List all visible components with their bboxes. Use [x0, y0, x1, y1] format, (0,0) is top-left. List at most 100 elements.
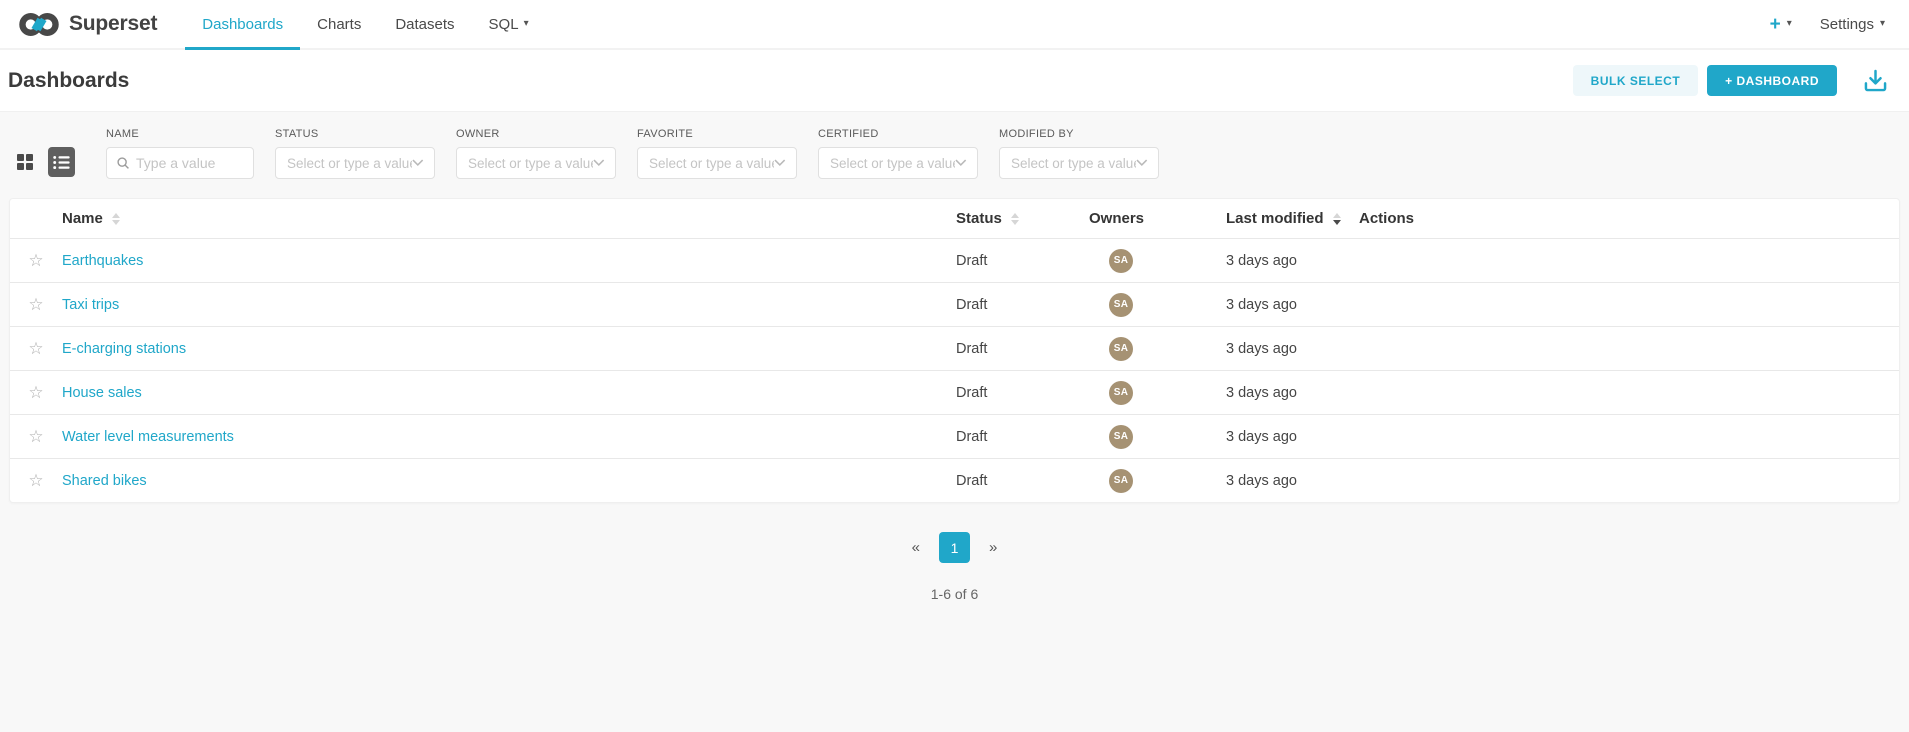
filter-status-label: STATUS	[275, 128, 435, 140]
plus-icon: +	[1770, 15, 1781, 34]
status-text: Draft	[956, 385, 987, 401]
owner-select-placeholder: Select or type a value	[468, 156, 593, 171]
column-header-status-label: Status	[956, 210, 1002, 227]
dashboard-link[interactable]: Water level measurements	[62, 429, 234, 445]
table-row: ☆ Earthquakes Draft SA 3 days ago	[10, 238, 1899, 282]
last-modified-text: 3 days ago	[1226, 473, 1297, 489]
modified-by-select[interactable]: Select or type a value	[999, 147, 1159, 179]
superset-infinity-icon	[18, 11, 60, 38]
nav-charts[interactable]: Charts	[300, 0, 378, 48]
favorite-star-icon[interactable]: ☆	[28, 252, 43, 269]
favorite-select[interactable]: Select or type a value	[637, 147, 797, 179]
main-nav: Dashboards Charts Datasets SQL ▾	[185, 0, 545, 48]
modified-by-select-placeholder: Select or type a value	[1011, 156, 1136, 171]
status-select[interactable]: Select or type a value	[275, 147, 435, 179]
caret-down-icon: ▾	[1787, 19, 1792, 29]
column-header-name-label: Name	[62, 210, 103, 227]
favorite-star-icon[interactable]: ☆	[28, 340, 43, 357]
chevron-down-icon	[412, 159, 424, 167]
filters: NAME STATUS Select or type a value	[106, 128, 1159, 179]
owner-select[interactable]: Select or type a value	[456, 147, 616, 179]
card-view-toggle[interactable]	[15, 152, 35, 172]
pagination-next-button[interactable]: »	[983, 535, 1003, 560]
add-dashboard-button[interactable]: + DASHBOARD	[1707, 65, 1837, 96]
filter-certified-label: CERTIFIED	[818, 128, 978, 140]
nav-datasets[interactable]: Datasets	[378, 0, 471, 48]
filter-owner: OWNER Select or type a value	[456, 128, 616, 179]
pagination: « 1 »	[0, 532, 1909, 563]
chevron-down-icon	[593, 159, 605, 167]
nav-charts-label: Charts	[317, 16, 361, 33]
filter-owner-label: OWNER	[456, 128, 616, 140]
pagination-prev-button[interactable]: «	[906, 535, 926, 560]
bulk-select-button[interactable]: BULK SELECT	[1573, 65, 1699, 96]
owner-avatar[interactable]: SA	[1109, 469, 1133, 493]
content: NAME STATUS Select or type a value	[0, 112, 1909, 602]
filter-favorite: FAVORITE Select or type a value	[637, 128, 797, 179]
new-menu-button[interactable]: + ▾	[1770, 15, 1792, 34]
import-dashboard-icon[interactable]	[1862, 67, 1889, 94]
column-header-name[interactable]: Name	[62, 210, 956, 227]
nav-dashboards[interactable]: Dashboards	[185, 0, 300, 48]
brand-name: Superset	[69, 12, 157, 36]
status-text: Draft	[956, 473, 987, 489]
header-actions: BULK SELECT + DASHBOARD	[1573, 65, 1889, 96]
owner-avatar[interactable]: SA	[1109, 249, 1133, 273]
filter-favorite-label: FAVORITE	[637, 128, 797, 140]
name-search-input[interactable]	[136, 155, 245, 171]
dashboard-link[interactable]: Earthquakes	[62, 253, 143, 269]
favorite-star-icon[interactable]: ☆	[28, 296, 43, 313]
settings-menu-button[interactable]: Settings ▾	[1820, 16, 1885, 33]
owner-avatar[interactable]: SA	[1109, 337, 1133, 361]
filter-modified-by-label: MODIFIED BY	[999, 128, 1159, 140]
grid-view-icon	[17, 154, 33, 170]
dashboard-link[interactable]: E-charging stations	[62, 341, 186, 357]
certified-select[interactable]: Select or type a value	[818, 147, 978, 179]
dashboard-link[interactable]: House sales	[62, 385, 142, 401]
pagination-page-1[interactable]: 1	[939, 532, 970, 563]
list-view-toggle[interactable]	[48, 147, 75, 177]
list-view-icon	[53, 155, 70, 170]
row-count-summary: 1-6 of 6	[0, 586, 1909, 602]
owner-avatar[interactable]: SA	[1109, 425, 1133, 449]
view-toggles	[15, 147, 75, 177]
column-header-actions: Actions	[1359, 210, 1899, 227]
sort-icon	[112, 213, 120, 225]
favorite-star-icon[interactable]: ☆	[28, 472, 43, 489]
nav-sql[interactable]: SQL ▾	[472, 0, 546, 48]
favorite-select-placeholder: Select or type a value	[649, 156, 774, 171]
certified-select-placeholder: Select or type a value	[830, 156, 955, 171]
table-row: ☆ Taxi trips Draft SA 3 days ago	[10, 282, 1899, 326]
last-modified-text: 3 days ago	[1226, 385, 1297, 401]
dashboard-link[interactable]: Shared bikes	[62, 473, 147, 489]
column-header-owners-label: Owners	[1089, 210, 1144, 227]
filter-bar: NAME STATUS Select or type a value	[0, 112, 1909, 179]
navbar-right: + ▾ Settings ▾	[1770, 0, 1909, 48]
sort-desc-icon	[1333, 213, 1341, 225]
status-text: Draft	[956, 341, 987, 357]
table-row: ☆ Shared bikes Draft SA 3 days ago	[10, 458, 1899, 502]
table-row: ☆ E-charging stations Draft SA 3 days ag…	[10, 326, 1899, 370]
last-modified-text: 3 days ago	[1226, 253, 1297, 269]
favorite-star-icon[interactable]: ☆	[28, 384, 43, 401]
dashboard-link[interactable]: Taxi trips	[62, 297, 119, 313]
status-text: Draft	[956, 253, 987, 269]
last-modified-text: 3 days ago	[1226, 429, 1297, 445]
search-icon	[116, 156, 130, 170]
nav-datasets-label: Datasets	[395, 16, 454, 33]
nav-dashboards-label: Dashboards	[202, 16, 283, 33]
column-header-owners: Owners	[1089, 210, 1226, 227]
owner-avatar[interactable]: SA	[1109, 293, 1133, 317]
filter-status: STATUS Select or type a value	[275, 128, 435, 179]
last-modified-text: 3 days ago	[1226, 341, 1297, 357]
column-header-last-modified-label: Last modified	[1226, 210, 1324, 227]
status-text: Draft	[956, 429, 987, 445]
status-text: Draft	[956, 297, 987, 313]
column-header-last-modified[interactable]: Last modified	[1226, 210, 1359, 227]
owner-avatar[interactable]: SA	[1109, 381, 1133, 405]
column-header-status[interactable]: Status	[956, 210, 1089, 227]
caret-down-icon: ▾	[1880, 19, 1885, 29]
favorite-star-icon[interactable]: ☆	[28, 428, 43, 445]
chevron-down-icon	[774, 159, 786, 167]
superset-logo[interactable]: Superset	[0, 0, 185, 48]
